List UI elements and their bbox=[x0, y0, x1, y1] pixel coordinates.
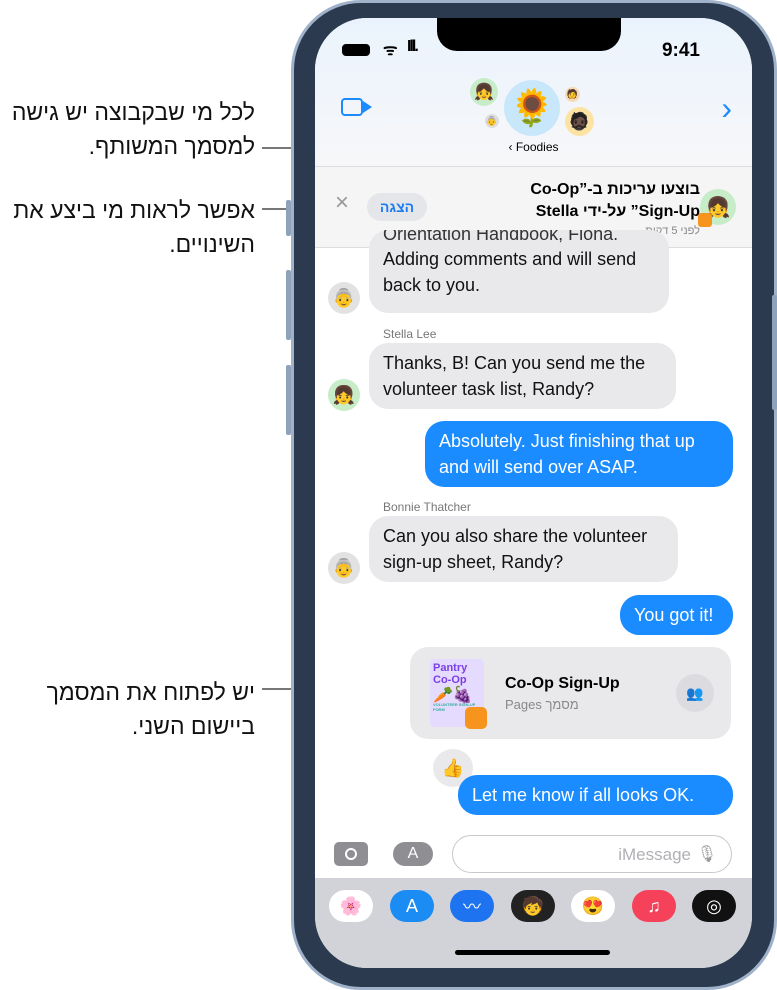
avatar-member[interactable]: 🧑 bbox=[565, 87, 580, 102]
message-outgoing[interactable]: You got it! bbox=[620, 595, 733, 635]
memoji-icon[interactable]: 🧒 bbox=[511, 890, 555, 922]
collaborators-icon[interactable]: 👥 bbox=[676, 674, 714, 712]
message-incoming[interactable]: Can you also share the volunteer sign-up… bbox=[369, 516, 678, 582]
video-camera-icon[interactable] bbox=[341, 98, 363, 116]
banner-title-line2: Sign-Up” על-ידי Stella bbox=[535, 203, 700, 220]
close-icon[interactable]: × bbox=[335, 189, 349, 217]
group-name[interactable]: ‹ Foodies bbox=[315, 140, 752, 154]
group-photo-sunflower[interactable]: 🌻 bbox=[504, 80, 560, 136]
camera-icon[interactable] bbox=[334, 842, 368, 866]
volume-down-button bbox=[286, 365, 291, 435]
audio-message-icon[interactable]: 〰 bbox=[450, 890, 494, 922]
shared-document-card[interactable]: Pantry Co-Op 🥕🍇 VOLUNTEER SIGN-UP FORM C… bbox=[410, 647, 731, 739]
signal-icon: Ill. bbox=[407, 38, 419, 55]
video-camera-lens bbox=[363, 101, 372, 113]
avatar-bonnie[interactable]: 👵 bbox=[328, 282, 360, 314]
music-app-icon[interactable]: ♫ bbox=[632, 890, 676, 922]
memoji-stickers-icon[interactable]: 😍 bbox=[571, 890, 615, 922]
message-text: Adding comments and will send back to yo… bbox=[383, 249, 637, 295]
banner-title: בוצעו עריכות ב-”Co-Op Sign-Up” על-ידי St… bbox=[530, 179, 700, 223]
dynamic-island bbox=[437, 18, 621, 51]
document-title: Co-Op Sign-Up bbox=[505, 675, 620, 692]
message-text-clipped: Orientation Handbook, Fiona. bbox=[383, 230, 619, 244]
activity-app-icon[interactable]: ◎ bbox=[692, 890, 736, 922]
message-outgoing[interactable]: Let me know if all looks OK. bbox=[458, 775, 733, 815]
message-incoming[interactable]: Thanks, B! Can you send me the volunteer… bbox=[369, 343, 676, 409]
wifi-icon: ᯤ bbox=[383, 42, 398, 59]
produce-illustration: 🥕🍇 bbox=[433, 687, 473, 704]
avatar-stella[interactable]: 👧 bbox=[470, 78, 498, 106]
avatar-bonnie[interactable]: 👵 bbox=[485, 114, 499, 128]
chevron-right-icon[interactable]: › bbox=[721, 90, 732, 127]
sender-name: Stella Lee bbox=[383, 327, 437, 341]
microphone-icon[interactable]: 🎙 bbox=[697, 844, 717, 864]
home-indicator[interactable] bbox=[455, 950, 610, 955]
input-placeholder: iMessage bbox=[618, 845, 691, 864]
avatar-randy[interactable]: 🧔🏿 bbox=[565, 107, 594, 136]
avatar-stella[interactable]: 👧 bbox=[328, 379, 360, 411]
silent-switch bbox=[286, 200, 291, 236]
message-incoming[interactable]: Orientation Handbook, Fiona. Adding comm… bbox=[369, 230, 669, 313]
callout-shared-access: לכל מי שבקבוצה יש גישה למסמך המשותף. bbox=[11, 99, 255, 159]
app-store-button[interactable]: A bbox=[393, 842, 433, 866]
battery-icon bbox=[342, 44, 370, 56]
back-chevron-icon: ‹ bbox=[508, 140, 513, 154]
thumbnail-title: Pantry Co-Op bbox=[433, 662, 468, 686]
photos-app-icon[interactable]: 🌸 bbox=[329, 890, 373, 922]
pages-app-icon bbox=[465, 707, 487, 729]
status-time: 9:41 bbox=[661, 40, 700, 61]
show-button[interactable]: הצגה bbox=[367, 193, 427, 221]
banner-title-line1: בוצעו עריכות ב-”Co-Op bbox=[530, 181, 700, 198]
messages-screen: ᯤ Ill. 9:41 › 👧 👵 🌻 🧑 🧔🏿 ‹ Foodies × הצג… bbox=[315, 18, 752, 968]
document-subtitle: מסמך Pages bbox=[505, 697, 579, 712]
message-input[interactable]: iMessage 🎙 bbox=[452, 835, 732, 873]
sender-name: Bonnie Thatcher bbox=[383, 500, 471, 514]
power-button bbox=[772, 295, 777, 410]
pages-app-icon bbox=[698, 213, 712, 227]
message-outgoing[interactable]: Absolutely. Just finishing that up and w… bbox=[425, 421, 733, 487]
group-name-label: Foodies bbox=[515, 140, 559, 154]
avatar-bonnie[interactable]: 👵 bbox=[328, 552, 360, 584]
callout-who-changed: אפשר לראות מי ביצע את השינויים. bbox=[13, 197, 255, 257]
app-store-icon[interactable]: A bbox=[390, 890, 434, 922]
volume-up-button bbox=[286, 270, 291, 340]
conversation-header: ᯤ Ill. 9:41 › 👧 👵 🌻 🧑 🧔🏿 ‹ Foodies bbox=[315, 18, 752, 166]
callout-open-doc: יש לפתוח את המסמך ביישום השני. bbox=[46, 679, 255, 739]
